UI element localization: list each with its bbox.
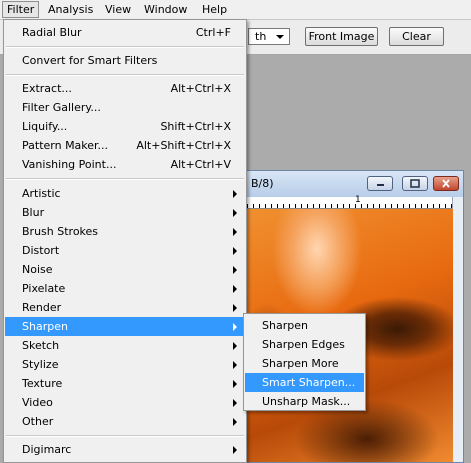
vertical-scrollbar[interactable]: [452, 197, 463, 462]
menu-item-label: Render: [22, 301, 62, 314]
menu-item-shortcut: Ctrl+F: [195, 26, 231, 39]
menu-item-texture[interactable]: Texture: [5, 374, 245, 393]
menu-item-label: Sharpen: [22, 320, 68, 333]
submenu-arrow-icon: [233, 418, 237, 426]
submenu-arrow-icon: [233, 323, 237, 331]
menu-item-brush-strokes[interactable]: Brush Strokes: [5, 222, 245, 241]
chevron-down-icon: [276, 35, 284, 39]
menu-separator: [6, 46, 244, 48]
menu-item-shortcut: Shift+Ctrl+X: [160, 120, 231, 133]
menu-bar: Filter Analysis View Window Help: [0, 0, 471, 20]
menu-help[interactable]: Help: [198, 2, 231, 17]
submenu-item-sharpen-edges[interactable]: Sharpen Edges: [245, 335, 364, 354]
minimize-icon: [377, 184, 384, 186]
menu-item-label: Video: [22, 396, 53, 409]
menu-item-liquify[interactable]: Liquify... Shift+Ctrl+X: [5, 117, 245, 136]
menu-item-label: Brush Strokes: [22, 225, 99, 238]
menu-item-label: Noise: [22, 263, 53, 276]
menu-item-label: Other: [22, 415, 54, 428]
document-title-bar[interactable]: B/8): [245, 171, 463, 197]
menu-separator: [6, 74, 244, 76]
submenu-arrow-icon: [233, 190, 237, 198]
menu-separator: [6, 178, 244, 180]
maximize-icon: [410, 179, 420, 188]
submenu-arrow-icon: [233, 266, 237, 274]
menu-item-label: Liquify...: [22, 120, 68, 133]
brush-combo[interactable]: th: [248, 28, 290, 45]
filter-menu: Radial Blur Ctrl+F Convert for Smart Fil…: [3, 19, 247, 463]
submenu-item-smart-sharpen[interactable]: Smart Sharpen...: [245, 373, 364, 392]
submenu-arrow-icon: [233, 209, 237, 217]
menu-item-vanishing-point[interactable]: Vanishing Point... Alt+Ctrl+V: [5, 155, 245, 174]
menu-item-label: Artistic: [22, 187, 61, 200]
menu-item-shortcut: Alt+Shift+Ctrl+X: [136, 139, 231, 152]
menu-analysis[interactable]: Analysis: [44, 2, 97, 17]
menu-item-filter-gallery[interactable]: Filter Gallery...: [5, 98, 245, 117]
submenu-item-label: Sharpen: [262, 319, 308, 332]
menu-item-video[interactable]: Video: [5, 393, 245, 412]
front-image-button[interactable]: Front Image: [305, 27, 378, 46]
submenu-item-label: Smart Sharpen...: [262, 376, 356, 389]
submenu-arrow-icon: [233, 361, 237, 369]
ruler-mark: 1: [355, 195, 361, 205]
submenu-item-unsharp-mask[interactable]: Unsharp Mask...: [245, 392, 364, 411]
menu-item-distort[interactable]: Distort: [5, 241, 245, 260]
menu-filter[interactable]: Filter: [2, 1, 40, 18]
close-icon: [442, 179, 450, 188]
submenu-item-label: Unsharp Mask...: [262, 395, 351, 408]
menu-item-label: Blur: [22, 206, 45, 219]
menu-item-pixelate[interactable]: Pixelate: [5, 279, 245, 298]
document-title: B/8): [251, 177, 274, 190]
horizontal-ruler: 1: [247, 195, 453, 209]
menu-item-label: Convert for Smart Filters: [22, 54, 158, 67]
menu-item-sharpen[interactable]: Sharpen: [5, 317, 245, 336]
menu-item-label: Extract...: [22, 82, 72, 95]
menu-item-extract[interactable]: Extract... Alt+Ctrl+X: [5, 79, 245, 98]
close-button[interactable]: [433, 176, 459, 191]
submenu-arrow-icon: [233, 399, 237, 407]
menu-item-other[interactable]: Other: [5, 412, 245, 431]
menu-item-convert-smart-filters[interactable]: Convert for Smart Filters: [5, 51, 245, 70]
submenu-item-label: Sharpen More: [262, 357, 339, 370]
menu-item-noise[interactable]: Noise: [5, 260, 245, 279]
menu-item-label: Radial Blur: [22, 26, 82, 39]
menu-item-label: Stylize: [22, 358, 59, 371]
menu-item-artistic[interactable]: Artistic: [5, 184, 245, 203]
menu-item-label: Pattern Maker...: [22, 139, 109, 152]
menu-item-label: Distort: [22, 244, 60, 257]
menu-item-stylize[interactable]: Stylize: [5, 355, 245, 374]
menu-view[interactable]: View: [101, 2, 135, 17]
submenu-item-sharpen[interactable]: Sharpen: [245, 316, 364, 335]
submenu-arrow-icon: [233, 380, 237, 388]
submenu-arrow-icon: [233, 247, 237, 255]
menu-item-shortcut: Alt+Ctrl+V: [170, 158, 231, 171]
menu-item-label: Pixelate: [22, 282, 66, 295]
menu-item-blur[interactable]: Blur: [5, 203, 245, 222]
menu-item-label: Vanishing Point...: [22, 158, 117, 171]
menu-item-pattern-maker[interactable]: Pattern Maker... Alt+Shift+Ctrl+X: [5, 136, 245, 155]
menu-item-digimarc[interactable]: Digimarc: [5, 440, 245, 459]
submenu-item-sharpen-more[interactable]: Sharpen More: [245, 354, 364, 373]
submenu-arrow-icon: [233, 228, 237, 236]
submenu-arrow-icon: [233, 446, 237, 454]
menu-window[interactable]: Window: [140, 2, 191, 17]
maximize-button[interactable]: [402, 176, 428, 191]
menu-item-label: Texture: [22, 377, 63, 390]
menu-item-render[interactable]: Render: [5, 298, 245, 317]
submenu-arrow-icon: [233, 304, 237, 312]
menu-item-sketch[interactable]: Sketch: [5, 336, 245, 355]
menu-item-label: Filter Gallery...: [22, 101, 101, 114]
menu-item-label: Sketch: [22, 339, 60, 352]
menu-item-label: Digimarc: [22, 443, 72, 456]
minimize-button[interactable]: [367, 176, 393, 191]
submenu-arrow-icon: [233, 342, 237, 350]
menu-item-shortcut: Alt+Ctrl+X: [170, 82, 231, 95]
brush-combo-value: th: [255, 30, 267, 43]
menu-separator: [6, 435, 244, 437]
sharpen-submenu: Sharpen Sharpen Edges Sharpen More Smart…: [243, 313, 366, 411]
submenu-arrow-icon: [233, 285, 237, 293]
submenu-item-label: Sharpen Edges: [262, 338, 345, 351]
clear-button[interactable]: Clear: [389, 27, 444, 46]
menu-item-radial-blur[interactable]: Radial Blur Ctrl+F: [5, 23, 245, 42]
